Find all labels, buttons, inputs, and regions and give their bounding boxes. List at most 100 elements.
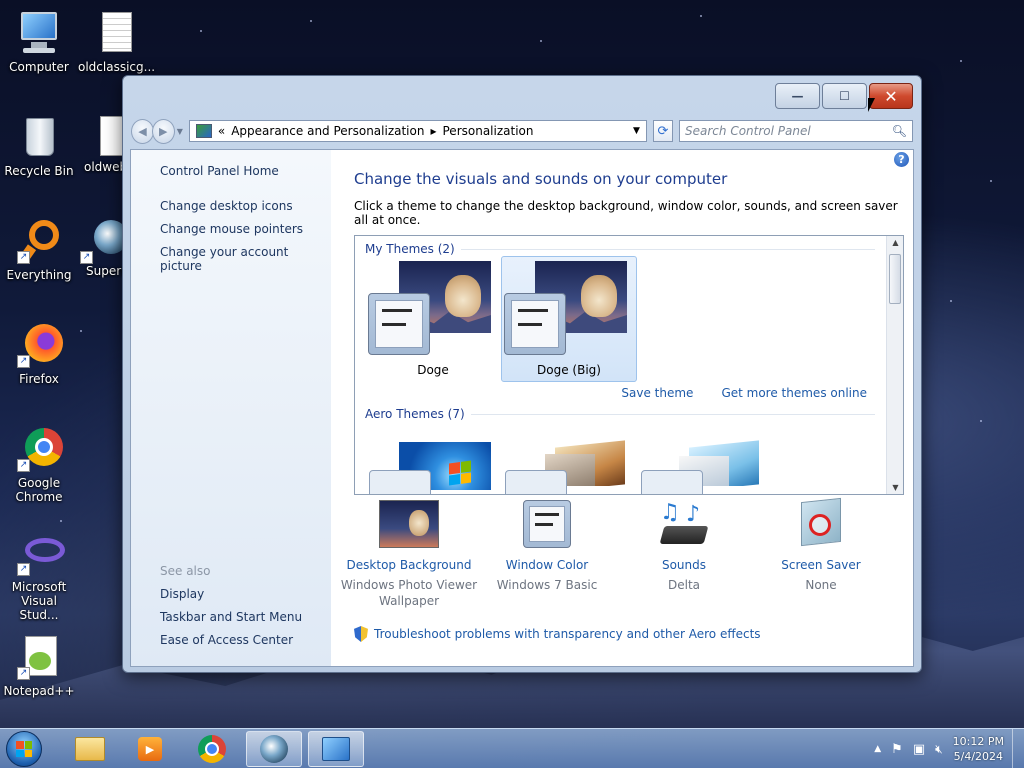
- desktop-icon-firefox[interactable]: ↗ Firefox: [1, 322, 77, 386]
- refresh-icon: ⟳: [657, 123, 669, 139]
- theme-window-color-thumbnail: [504, 293, 566, 355]
- scrollbar-thumb[interactable]: [889, 254, 901, 304]
- desktop-icon-recycle-bin[interactable]: Recycle Bin: [1, 114, 77, 178]
- see-also-header: See also: [160, 564, 211, 578]
- save-theme-link[interactable]: Save theme: [621, 386, 693, 400]
- taskbar-explorer[interactable]: [62, 731, 118, 767]
- search-icon: 🔍︎: [891, 124, 908, 138]
- personalization-window: — ☐ ✕ ◀ ▶ ▼ « Appearance and Personaliza…: [122, 75, 922, 673]
- shortcut-arrow-icon: ↗: [17, 251, 30, 264]
- show-hidden-icons-chevron-icon[interactable]: ▲: [874, 744, 881, 754]
- maximize-icon: ☐: [839, 89, 850, 103]
- my-themes-label: My Themes (2): [365, 242, 455, 256]
- window-color-option[interactable]: Window Color Windows 7 Basic: [477, 500, 617, 593]
- desktop-icon-supernova[interactable]: ↗ Supern: [78, 218, 122, 278]
- desktop-icon-label: Everything: [6, 268, 72, 282]
- start-button[interactable]: [6, 731, 42, 767]
- page-subtitle: Click a theme to change the desktop back…: [354, 199, 898, 227]
- screen-saver-icon: [791, 497, 851, 550]
- back-arrow-icon: ◀: [138, 124, 147, 138]
- desktop-icon-label: Supern: [86, 264, 122, 278]
- desktop-icon-everything[interactable]: ↗ Everything: [1, 218, 77, 282]
- scroll-up-icon[interactable]: ▲: [887, 238, 903, 247]
- desktop-icon-google-chrome[interactable]: ↗ Google Chrome: [1, 426, 77, 504]
- recent-pages-chevron-icon[interactable]: ▼: [177, 127, 183, 136]
- theme-window-color-thumbnail: [369, 470, 431, 494]
- maximize-button[interactable]: ☐: [822, 83, 867, 109]
- get-more-themes-link[interactable]: Get more themes online: [721, 386, 867, 400]
- desktop-icon-notepad-plus-plus[interactable]: ↗ Notepad++: [1, 634, 77, 698]
- network-icon[interactable]: ▣: [913, 742, 925, 757]
- action-center-flag-icon[interactable]: ⚑: [891, 742, 903, 757]
- taskbar-supernova[interactable]: [246, 731, 302, 767]
- visual-studio-icon: ↗: [15, 530, 65, 576]
- address-bar[interactable]: « Appearance and Personalization ▸ Perso…: [188, 120, 647, 142]
- control-panel-icon: [322, 737, 350, 761]
- sounds-icon: ♫ ♪: [654, 500, 714, 550]
- search-input[interactable]: Search Control Panel 🔍︎: [679, 120, 914, 142]
- computer-icon: [15, 10, 63, 56]
- show-desktop-button[interactable]: [1012, 729, 1024, 768]
- minimize-button[interactable]: —: [775, 83, 820, 109]
- screen-saver-option[interactable]: Screen Saver None: [751, 497, 891, 593]
- sidebar-change-desktop-icons[interactable]: Change desktop icons: [160, 199, 331, 213]
- my-themes-header: My Themes (2): [365, 242, 875, 256]
- chrome-icon: [198, 735, 226, 763]
- sidebar-change-mouse-pointers[interactable]: Change mouse pointers: [160, 222, 331, 236]
- breadcrumb-personalization[interactable]: Personalization: [443, 124, 534, 138]
- taskbar-control-panel[interactable]: [308, 731, 364, 767]
- search-placeholder: Search Control Panel: [685, 124, 811, 138]
- theme-list: My Themes (2) Doge Doge (Big) Save theme…: [354, 235, 904, 495]
- notepad-plus-plus-icon: ↗: [15, 634, 63, 680]
- desktop-icon-label: oldweb: [84, 160, 122, 174]
- desktop-icon-label: Microsoft Visual Stud...: [11, 580, 67, 622]
- shortcut-arrow-icon: ↗: [17, 563, 30, 576]
- desktop-icon-oldclassic[interactable]: oldclassicg...: [78, 10, 156, 74]
- breadcrumb-overflow[interactable]: «: [218, 124, 225, 138]
- taskbar-chrome[interactable]: [184, 731, 240, 767]
- minimize-icon: —: [791, 89, 804, 103]
- close-button[interactable]: ✕: [869, 83, 913, 109]
- refresh-button[interactable]: ⟳: [652, 120, 674, 142]
- navigation-bar: ◀ ▶ ▼ « Appearance and Personalization ▸…: [131, 118, 914, 144]
- help-icon[interactable]: ?: [894, 152, 909, 167]
- theme-name: Doge: [417, 363, 449, 377]
- clock[interactable]: 10:12 PM 5/4/2024: [953, 734, 1004, 764]
- caption-buttons: — ☐ ✕: [775, 83, 913, 109]
- desktop-icon-computer[interactable]: Computer: [1, 10, 77, 74]
- address-dropdown-icon[interactable]: ▼: [633, 126, 640, 136]
- theme-doge[interactable]: Doge: [365, 256, 501, 382]
- theme-doge-big[interactable]: Doge (Big): [501, 256, 637, 382]
- scroll-down-icon[interactable]: ▼: [887, 483, 903, 492]
- theme-list-scrollbar[interactable]: ▲ ▼: [886, 236, 903, 494]
- breadcrumb-arrow-icon[interactable]: ▸: [430, 124, 436, 138]
- desktop-background-option[interactable]: Desktop Background Windows Photo Viewer …: [339, 500, 479, 609]
- sidebar-taskbar-start-menu[interactable]: Taskbar and Start Menu: [160, 610, 302, 624]
- windows-logo-icon: [16, 741, 32, 757]
- desktop-icon-label: Recycle Bin: [4, 164, 74, 178]
- volume-muted-icon[interactable]: 🔇︎: [935, 742, 943, 757]
- close-icon: ✕: [884, 86, 898, 106]
- breadcrumb-appearance[interactable]: Appearance and Personalization: [231, 124, 424, 138]
- taskbar-media-player[interactable]: ▶: [122, 731, 178, 767]
- sounds-option[interactable]: ♫ ♪ Sounds Delta: [614, 500, 754, 593]
- theme-window-color-thumbnail: [368, 293, 430, 355]
- sidebar-change-account-picture[interactable]: Change your account picture: [160, 245, 331, 273]
- see-also-section: See also Display Taskbar and Start Menu …: [160, 564, 302, 656]
- theme-window-color-thumbnail: [641, 470, 703, 494]
- desktop-icon-label: Notepad++: [3, 684, 75, 698]
- desktop-icon-label: oldclassicg...: [78, 60, 156, 74]
- sidebar: Control Panel Home Change desktop icons …: [131, 150, 331, 666]
- forward-button[interactable]: ▶: [151, 118, 175, 144]
- forward-arrow-icon: ▶: [159, 124, 168, 138]
- back-button[interactable]: ◀: [131, 118, 154, 144]
- desktop-icon-visual-studio[interactable]: ↗ Microsoft Visual Stud...: [1, 530, 77, 622]
- supernova-icon: ↗: [78, 218, 122, 264]
- sidebar-control-panel-home[interactable]: Control Panel Home: [160, 164, 331, 178]
- desktop-icon-oldweb[interactable]: oldweb: [78, 114, 122, 174]
- screen-saver-value: None: [805, 578, 837, 592]
- folder-icon: [75, 737, 105, 761]
- sidebar-display[interactable]: Display: [160, 587, 302, 601]
- troubleshoot-link[interactable]: Troubleshoot problems with transparency …: [354, 626, 761, 642]
- sidebar-ease-of-access[interactable]: Ease of Access Center: [160, 633, 302, 647]
